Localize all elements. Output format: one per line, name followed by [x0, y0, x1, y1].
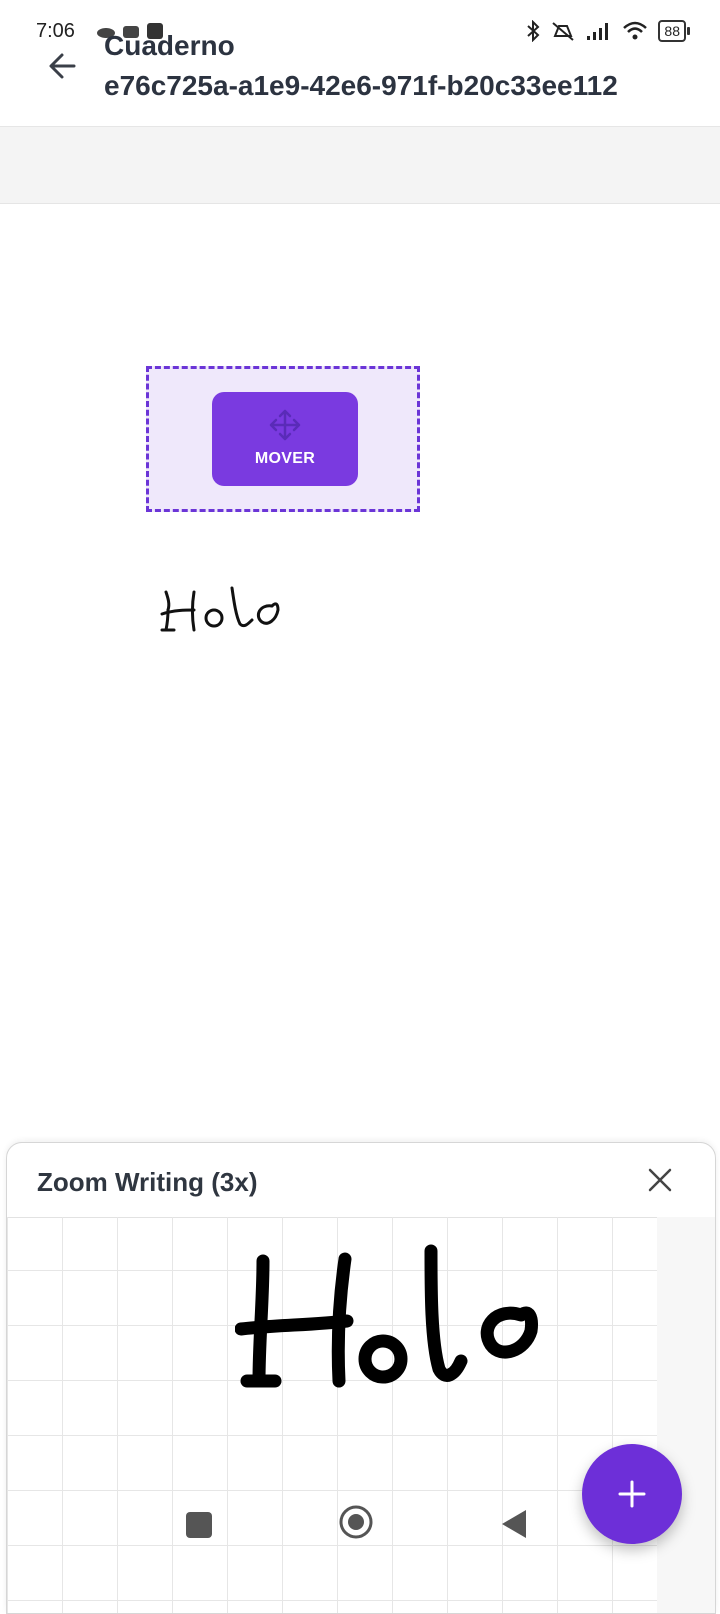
close-icon[interactable] [645, 1165, 675, 1195]
app-bar [0, 0, 720, 127]
page-title: Cuaderno [104, 30, 235, 61]
nav-back-button[interactable] [500, 1508, 528, 1540]
plus-icon [618, 1480, 646, 1508]
move-button-label: MOVER [254, 450, 316, 467]
handwriting-stroke [160, 586, 280, 632]
back-arrow-icon[interactable] [44, 46, 84, 86]
move-button[interactable]: MOVER [212, 392, 358, 486]
page-subtitle-id: e76c725a-a1e9-42e6-971f-b20c33ee112 [104, 70, 618, 101]
move-icon [269, 409, 301, 441]
toolbar [0, 127, 720, 204]
add-fab-button[interactable] [582, 1444, 682, 1544]
scroll-gutter [657, 1217, 715, 1613]
panel-title: Zoom Writing (3x) [37, 1167, 258, 1197]
handwriting-zoomed [235, 1244, 538, 1388]
home-button[interactable] [338, 1504, 374, 1540]
recents-button[interactable] [186, 1512, 212, 1538]
panel-header: Zoom Writing (3x) [7, 1143, 715, 1218]
zoom-writing-panel: Zoom Writing (3x) [6, 1142, 716, 1614]
